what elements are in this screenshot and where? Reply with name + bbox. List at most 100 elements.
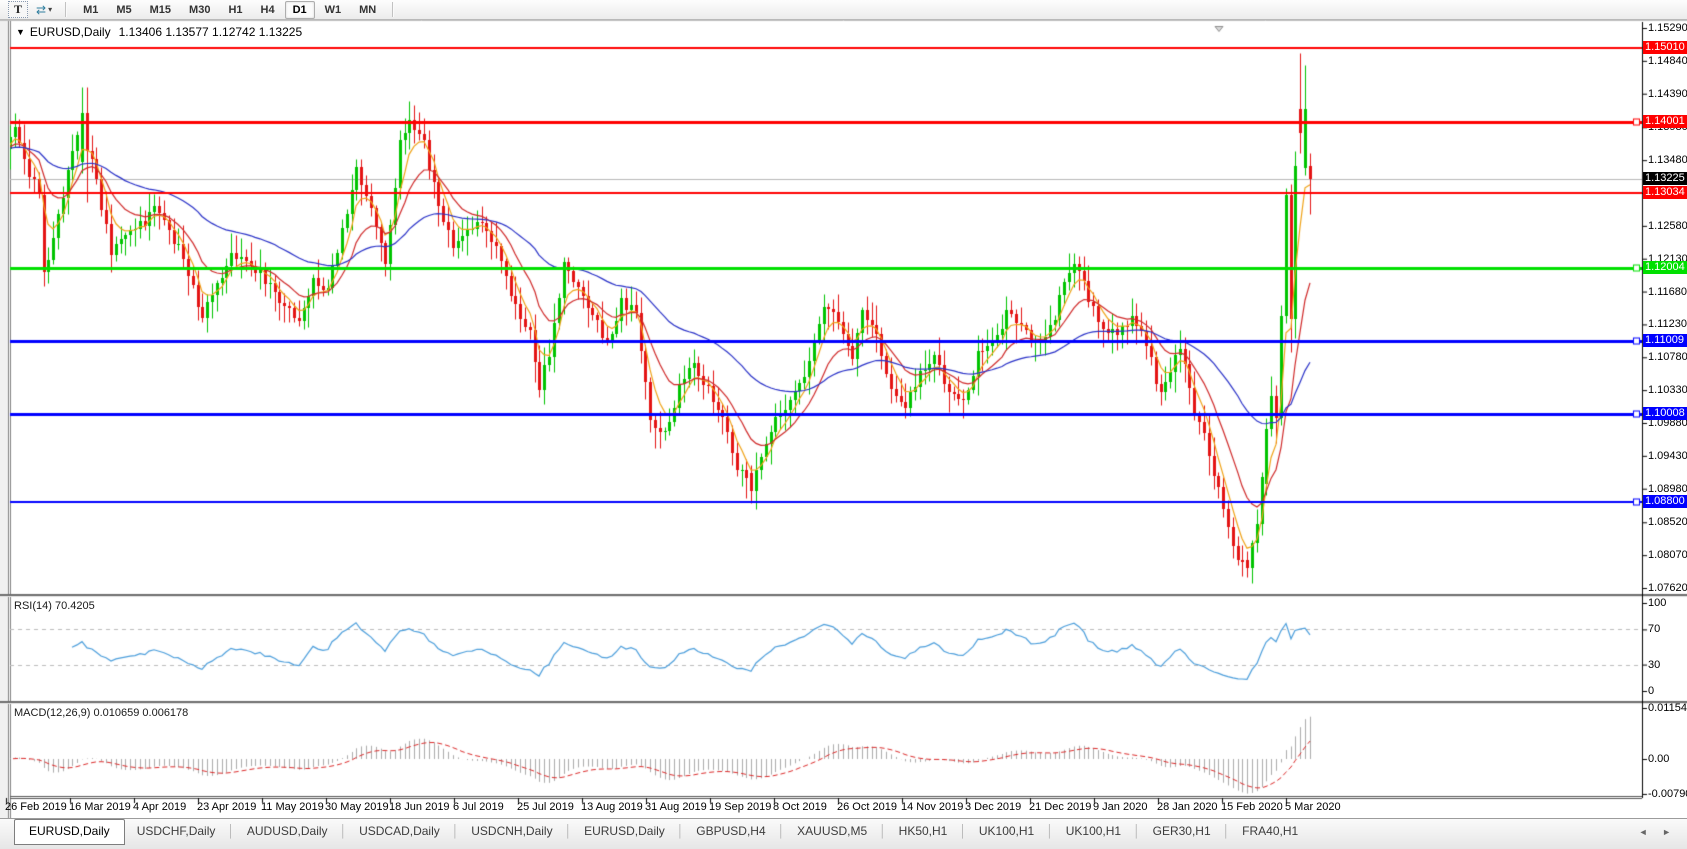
y-axis-tick-label: 1.08070 xyxy=(1648,549,1687,561)
chart-canvas[interactable] xyxy=(0,20,1687,818)
rsi-scale-label: 30 xyxy=(1648,659,1660,671)
x-axis-date-label: 8 Oct 2019 xyxy=(773,801,827,813)
tab-list: EURUSD,DailyUSDCHF,Daily│AUDUSD,Daily│US… xyxy=(14,819,1310,845)
x-axis-date-label: 11 May 2019 xyxy=(261,801,324,813)
chart-tab-2[interactable]: AUDUSD,Daily xyxy=(235,820,340,843)
chart-tab-9[interactable]: UK100,H1 xyxy=(967,820,1046,843)
y-axis-tick-label: 1.08980 xyxy=(1648,483,1687,495)
tab-divider: │ xyxy=(677,824,685,838)
x-axis-date-label: 31 Aug 2019 xyxy=(645,801,707,813)
tab-divider: │ xyxy=(340,824,348,838)
rsi-scale-label: 100 xyxy=(1648,597,1666,609)
y-axis-tick-label: 1.12580 xyxy=(1648,220,1687,232)
timeframe-button-mn[interactable]: MN xyxy=(351,1,384,19)
x-axis-date-label: 30 May 2019 xyxy=(325,801,389,813)
macd-scale-label: -0.007908 xyxy=(1648,788,1687,800)
x-axis-date-label: 26 Feb 2019 xyxy=(5,801,67,813)
tab-divider: │ xyxy=(452,824,460,838)
symbol-dropdown-icon[interactable]: ▼ xyxy=(16,27,25,37)
chart-tab-12[interactable]: FRA40,H1 xyxy=(1230,820,1310,843)
chevron-down-icon: ▾ xyxy=(48,5,52,14)
swap-arrows-icon: ⇄ xyxy=(36,3,46,17)
chart-tab-bar: EURUSD,DailyUSDCHF,Daily│AUDUSD,Daily│US… xyxy=(0,818,1687,849)
chart-tab-8[interactable]: HK50,H1 xyxy=(887,820,960,843)
price-line-label: 1.13034 xyxy=(1643,186,1687,199)
timeframe-button-d1[interactable]: D1 xyxy=(285,1,315,19)
price-line-label: 1.14001 xyxy=(1643,115,1687,128)
x-axis-date-label: 23 Apr 2019 xyxy=(197,801,256,813)
x-axis-date-label: 19 Sep 2019 xyxy=(709,801,771,813)
x-axis-date-label: 16 Mar 2019 xyxy=(69,801,131,813)
timeframe-button-m15[interactable]: M15 xyxy=(142,1,179,19)
y-axis-tick-label: 1.10780 xyxy=(1648,351,1687,363)
mt4-window: T ⇄ ▾ M1M5M15M30H1H4D1W1MN ▼ EURUSD,Daily… xyxy=(0,0,1687,849)
x-axis-date-label: 18 Jun 2019 xyxy=(389,801,450,813)
price-line-label: 1.10008 xyxy=(1643,407,1687,420)
y-axis-tick-label: 1.14840 xyxy=(1648,55,1687,67)
chart-tab-7[interactable]: XAUUSD,M5 xyxy=(785,820,879,843)
y-axis-tick-label: 1.07620 xyxy=(1648,582,1687,594)
timeframe-button-m5[interactable]: M5 xyxy=(108,1,139,19)
chart-tab-0[interactable]: EURUSD,Daily xyxy=(14,819,125,845)
x-axis-date-label: 28 Jan 2020 xyxy=(1157,801,1218,813)
y-axis-tick-label: 1.11680 xyxy=(1648,286,1687,298)
x-axis-date-label: 6 Jul 2019 xyxy=(453,801,504,813)
chart-tab-3[interactable]: USDCAD,Daily xyxy=(347,820,452,843)
tab-divider: │ xyxy=(778,824,786,838)
tab-divider: │ xyxy=(227,824,235,838)
timeframe-button-h1[interactable]: H1 xyxy=(220,1,250,19)
chart-tab-11[interactable]: GER30,H1 xyxy=(1141,820,1223,843)
tab-divider: │ xyxy=(565,824,573,838)
tab-divider: │ xyxy=(879,824,887,838)
y-axis-tick-label: 1.09430 xyxy=(1648,450,1687,462)
timeframe-group: M1M5M15M30H1H4D1W1MN xyxy=(74,1,385,19)
macd-scale-label: 0.00 xyxy=(1648,753,1669,765)
timeframe-button-m1[interactable]: M1 xyxy=(75,1,106,19)
tile-windows-button[interactable]: ⇄ ▾ xyxy=(36,3,52,17)
chart-ohlc-values: 1.13406 1.13577 1.12742 1.13225 xyxy=(119,25,303,39)
chart-tab-10[interactable]: UK100,H1 xyxy=(1054,820,1133,843)
x-axis-date-label: 15 Feb 2020 xyxy=(1221,801,1283,813)
y-axis-tick-label: 1.13480 xyxy=(1648,154,1687,166)
x-axis-date-label: 25 Jul 2019 xyxy=(517,801,574,813)
macd-label: MACD(12,26,9) 0.010659 0.006178 xyxy=(14,707,188,719)
tab-divider: │ xyxy=(1223,824,1231,838)
x-axis-date-label: 3 Dec 2019 xyxy=(965,801,1021,813)
price-line-label: 1.15010 xyxy=(1643,41,1687,54)
chart-tab-6[interactable]: GBPUSD,H4 xyxy=(684,820,777,843)
rsi-scale-label: 0 xyxy=(1648,685,1654,697)
rsi-label: RSI(14) 70.4205 xyxy=(14,600,95,612)
y-axis-tick-label: 1.14390 xyxy=(1648,88,1687,100)
tab-divider: │ xyxy=(959,824,967,838)
x-axis-date-label: 13 Aug 2019 xyxy=(581,801,643,813)
x-axis-date-label: 21 Dec 2019 xyxy=(1029,801,1091,813)
tab-divider: │ xyxy=(1046,824,1054,838)
price-line-label: 1.12004 xyxy=(1643,261,1687,274)
x-axis-date-label: 26 Oct 2019 xyxy=(837,801,897,813)
tab-scroll-arrows[interactable]: ◄ ► xyxy=(1639,827,1677,837)
toolbar-separator xyxy=(65,2,67,17)
chart-tab-5[interactable]: EURUSD,Daily xyxy=(572,820,677,843)
top-toolbar: T ⇄ ▾ M1M5M15M30H1H4D1W1MN xyxy=(0,0,1687,20)
macd-scale-label: 0.011543 xyxy=(1648,702,1687,714)
x-axis-date-label: 9 Jan 2020 xyxy=(1093,801,1147,813)
chart-tab-4[interactable]: USDCNH,Daily xyxy=(459,820,564,843)
y-axis-tick-label: 1.08520 xyxy=(1648,516,1687,528)
current-price-label: 1.13225 xyxy=(1643,172,1687,185)
chart-title: ▼ EURUSD,Daily 1.13406 1.13577 1.12742 1.1… xyxy=(16,25,302,39)
timeframe-button-m30[interactable]: M30 xyxy=(181,1,218,19)
price-line-label: 1.11009 xyxy=(1643,334,1687,347)
chart-tab-1[interactable]: USDCHF,Daily xyxy=(125,820,228,843)
chart-symbol-label: EURUSD,Daily xyxy=(30,25,111,39)
y-axis-tick-label: 1.10330 xyxy=(1648,384,1687,396)
toolbar-separator xyxy=(392,2,394,17)
rsi-scale-label: 70 xyxy=(1648,623,1660,635)
text-tool-icon[interactable]: T xyxy=(8,1,28,18)
tab-divider: │ xyxy=(1133,824,1141,838)
x-axis-date-label: 14 Nov 2019 xyxy=(901,801,963,813)
timeframe-button-w1[interactable]: W1 xyxy=(317,1,350,19)
price-line-label: 1.08800 xyxy=(1643,495,1687,508)
y-axis-tick-label: 1.11230 xyxy=(1648,318,1687,330)
timeframe-button-h4[interactable]: H4 xyxy=(253,1,283,19)
y-axis-tick-label: 1.15290 xyxy=(1648,22,1687,34)
